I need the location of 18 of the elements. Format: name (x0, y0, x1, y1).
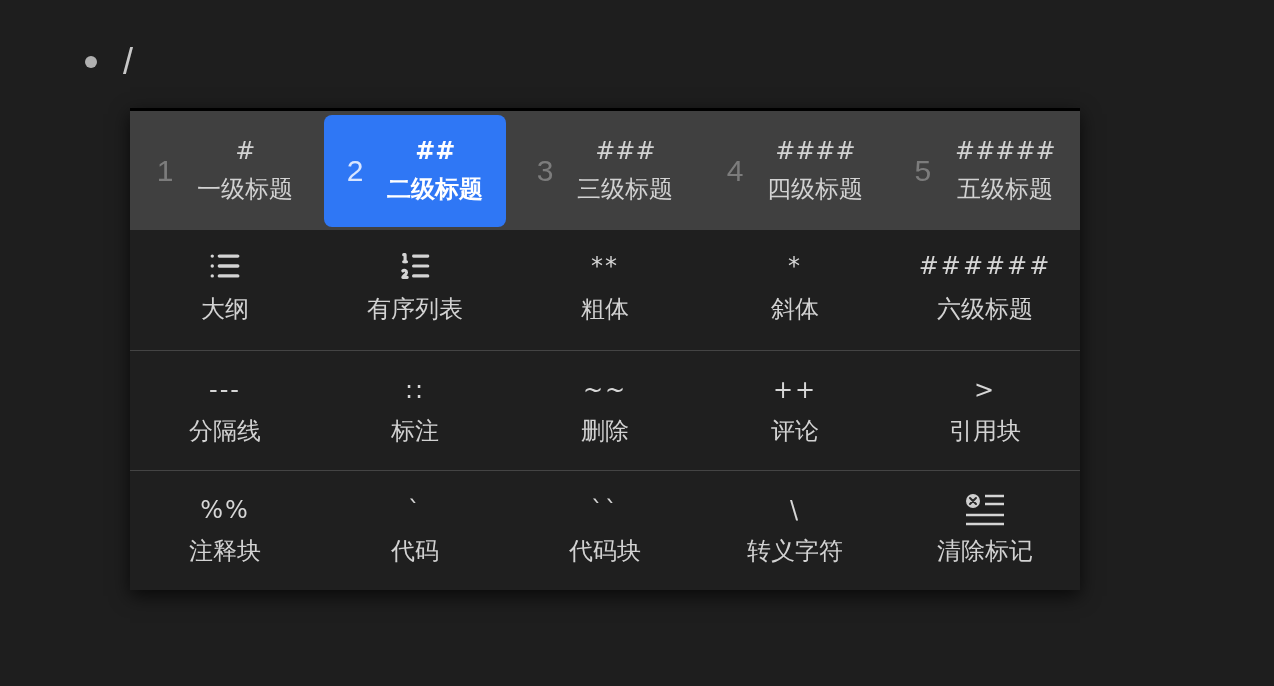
menu-item[interactable]: ** 粗体 (510, 230, 700, 350)
clear-format-icon (965, 493, 1005, 527)
menu-item[interactable]: ~~ 删除 (510, 351, 700, 470)
menu-item[interactable]: :: 标注 (320, 351, 510, 470)
menu-item[interactable]: * 斜体 (700, 230, 890, 350)
menu-item[interactable]: > 引用块 (890, 351, 1080, 470)
menu-item[interactable]: 有序列表 (320, 230, 510, 350)
menu-item[interactable]: ###### 六级标题 (890, 230, 1080, 350)
menu-item[interactable]: %% 注释块 (130, 471, 320, 590)
list-bullet-icon (85, 56, 97, 68)
menu-item[interactable]: 大纲 (130, 230, 320, 350)
menu-item[interactable]: --- 分隔线 (130, 351, 320, 470)
menu-item[interactable]: \ 转义字符 (700, 471, 890, 590)
menu-item[interactable]: 清除标记 (890, 471, 1080, 590)
menu-item[interactable]: ` 代码 (320, 471, 510, 590)
menu-item[interactable]: ++ 评论 (700, 351, 890, 470)
editor-text: / (123, 40, 133, 84)
menu-item[interactable]: `` 代码块 (510, 471, 700, 590)
